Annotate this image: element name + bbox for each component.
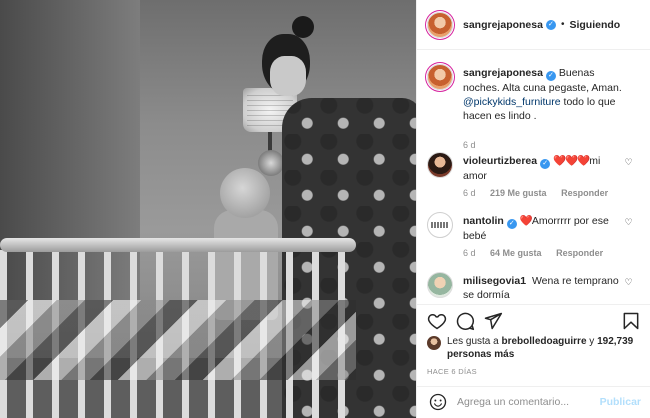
header-separator: • [560, 19, 565, 30]
comment-username[interactable]: violeurtizberea [463, 155, 537, 167]
caption-username[interactable]: sangrejaponesa [463, 67, 543, 79]
caption-text: sangrejaponesa ✓ Buenas noches. Alta cuna… [463, 66, 623, 123]
author-avatar[interactable] [427, 11, 453, 38]
comment-meta: 6 d 219 Me gusta Responder [463, 188, 620, 198]
post-photo[interactable] [0, 0, 416, 418]
author-username[interactable]: sangrejaponesa [463, 19, 543, 31]
comment-text: milisegovia1 Wena re temprano se dormía [463, 274, 623, 302]
comment-item: nantolin ✓ ❤️Amorrrrr por ese bebé ♡ 6 d … [427, 212, 647, 264]
following-button[interactable]: Siguiendo [569, 19, 620, 31]
photo-woman-face [270, 56, 306, 96]
likes-text: Les gusta a brebolledoaguirre y 192,739 … [447, 335, 643, 361]
share-icon[interactable] [483, 311, 503, 331]
caption-time[interactable]: 6 d [463, 140, 476, 150]
caption: sangrejaponesa ✓ Buenas noches. Alta cuna… [427, 64, 647, 154]
caption-mention[interactable]: @pickykids_furniture [463, 96, 561, 108]
post-header: sangrejaponesa ✓ • Siguiendo [417, 0, 650, 50]
publish-button[interactable]: Publicar [600, 396, 641, 408]
post-timestamp[interactable]: HACE 6 DÍAS [427, 367, 477, 376]
comment-username[interactable]: nantolin [463, 215, 504, 227]
comment-emoji: ❤️❤️❤️ [553, 155, 590, 167]
commenter-avatar[interactable] [427, 152, 453, 178]
comment-username[interactable]: milisegovia1 [463, 275, 526, 287]
like-comment-icon[interactable]: ♡ [624, 158, 633, 167]
verified-icon: ✓ [545, 19, 556, 30]
photo-baby-head [220, 168, 270, 218]
liker-avatar[interactable] [427, 336, 441, 350]
instagram-post: sangrejaponesa ✓ • Siguiendo sangrejapon… [0, 0, 650, 418]
photo-crib-bumper [0, 300, 356, 380]
action-icons [427, 311, 641, 333]
comment-item: milisegovia1 Wena re temprano se dormía … [427, 272, 647, 304]
caption-avatar[interactable] [427, 64, 453, 90]
liker-username[interactable]: brebolledoaguirre [502, 336, 587, 347]
likes-prefix: Les gusta a [447, 336, 499, 347]
comment-text: nantolin ✓ ❤️Amorrrrr por ese bebé [463, 214, 623, 243]
verified-icon: ✓ [540, 159, 551, 169]
comment-input[interactable]: Agrega un comentario... [457, 396, 569, 408]
like-comment-icon[interactable]: ♡ [624, 278, 633, 287]
comment-time[interactable]: 6 d [463, 188, 476, 198]
caption-meta: 6 d [463, 140, 488, 150]
commenter-avatar[interactable] [427, 212, 453, 238]
comment-emoji: ❤️ [519, 215, 533, 227]
verified-icon: ✓ [545, 71, 556, 81]
like-comment-icon[interactable]: ♡ [624, 218, 633, 227]
comment-item: violeurtizberea ✓ ❤️❤️❤️mi amor ♡ 6 d 219… [427, 152, 647, 204]
comment-likes[interactable]: 219 Me gusta [490, 188, 547, 198]
reply-button[interactable]: Responder [556, 248, 603, 258]
comment-likes[interactable]: 64 Me gusta [490, 248, 542, 258]
comment-composer: Agrega un comentario... Publicar [417, 386, 650, 418]
emoji-icon[interactable] [429, 393, 447, 411]
post-actions: Les gusta a brebolledoaguirre y 192,739 … [417, 304, 650, 386]
comment-text: violeurtizberea ✓ ❤️❤️❤️mi amor [463, 154, 623, 183]
heart-icon[interactable] [427, 311, 447, 331]
verified-icon: ✓ [506, 219, 517, 229]
comment-meta: 6 d 64 Me gusta Responder [463, 248, 615, 258]
comments-thread[interactable]: sangrejaponesa ✓ Buenas noches. Alta cuna… [417, 50, 650, 304]
likes-conj: y [589, 336, 595, 347]
comment-time[interactable]: 6 d [463, 248, 476, 258]
commenter-avatar[interactable] [427, 272, 453, 298]
reply-button[interactable]: Responder [561, 188, 608, 198]
comment-icon[interactable] [455, 311, 475, 331]
post-side-panel: sangrejaponesa ✓ • Siguiendo sangrejapon… [416, 0, 650, 418]
bookmark-icon[interactable] [621, 311, 641, 331]
photo-crib-rail [0, 238, 356, 252]
